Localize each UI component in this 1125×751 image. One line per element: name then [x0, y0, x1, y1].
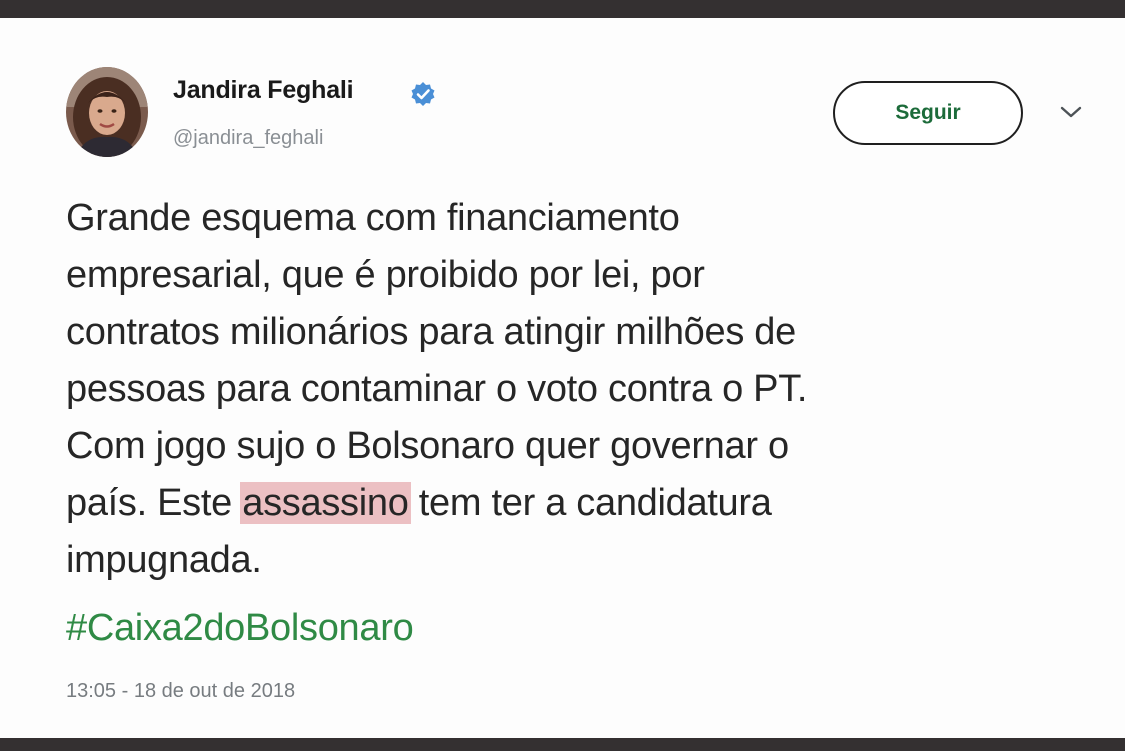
avatar[interactable] — [66, 67, 148, 157]
screenshot-frame-top — [0, 0, 1125, 18]
verified-badge-icon — [411, 82, 435, 106]
tweet-text-segment: tem ter a candidatura — [408, 482, 772, 524]
tweet-text-line: pessoas para contaminar o voto contra o … — [66, 368, 808, 410]
screenshot-frame-bottom — [0, 738, 1125, 751]
highlighted-word: assassino — [240, 482, 411, 524]
tweet-text-segment: país. Este — [66, 482, 243, 524]
chevron-down-icon[interactable] — [1058, 104, 1084, 120]
author-handle[interactable]: @jandira_feghali — [173, 127, 323, 150]
avatar-photo — [66, 67, 148, 157]
tweet-text-line: Com jogo sujo o Bolsonaro quer governar … — [66, 425, 789, 467]
tweet-text-line: Grande esquema com financiamento — [66, 197, 680, 239]
tweet-text-line: país. Este assassino tem ter a candidatu… — [66, 475, 1106, 532]
tweet-text: Grande esquema com financiamento empresa… — [66, 190, 1106, 589]
tweet-text-line: empresarial, que é proibido por lei, por — [66, 254, 705, 296]
tweet-text-line: impugnada. — [66, 539, 262, 581]
tweet-timestamp[interactable]: 13:05 - 18 de out de 2018 — [66, 680, 295, 703]
follow-button[interactable]: Seguir — [833, 81, 1023, 145]
hashtag-link[interactable]: #Caixa2doBolsonaro — [66, 600, 414, 657]
tweet-text-line: contratos milionários para atingir milhõ… — [66, 311, 796, 353]
author-name[interactable]: Jandira Feghali — [173, 76, 354, 105]
